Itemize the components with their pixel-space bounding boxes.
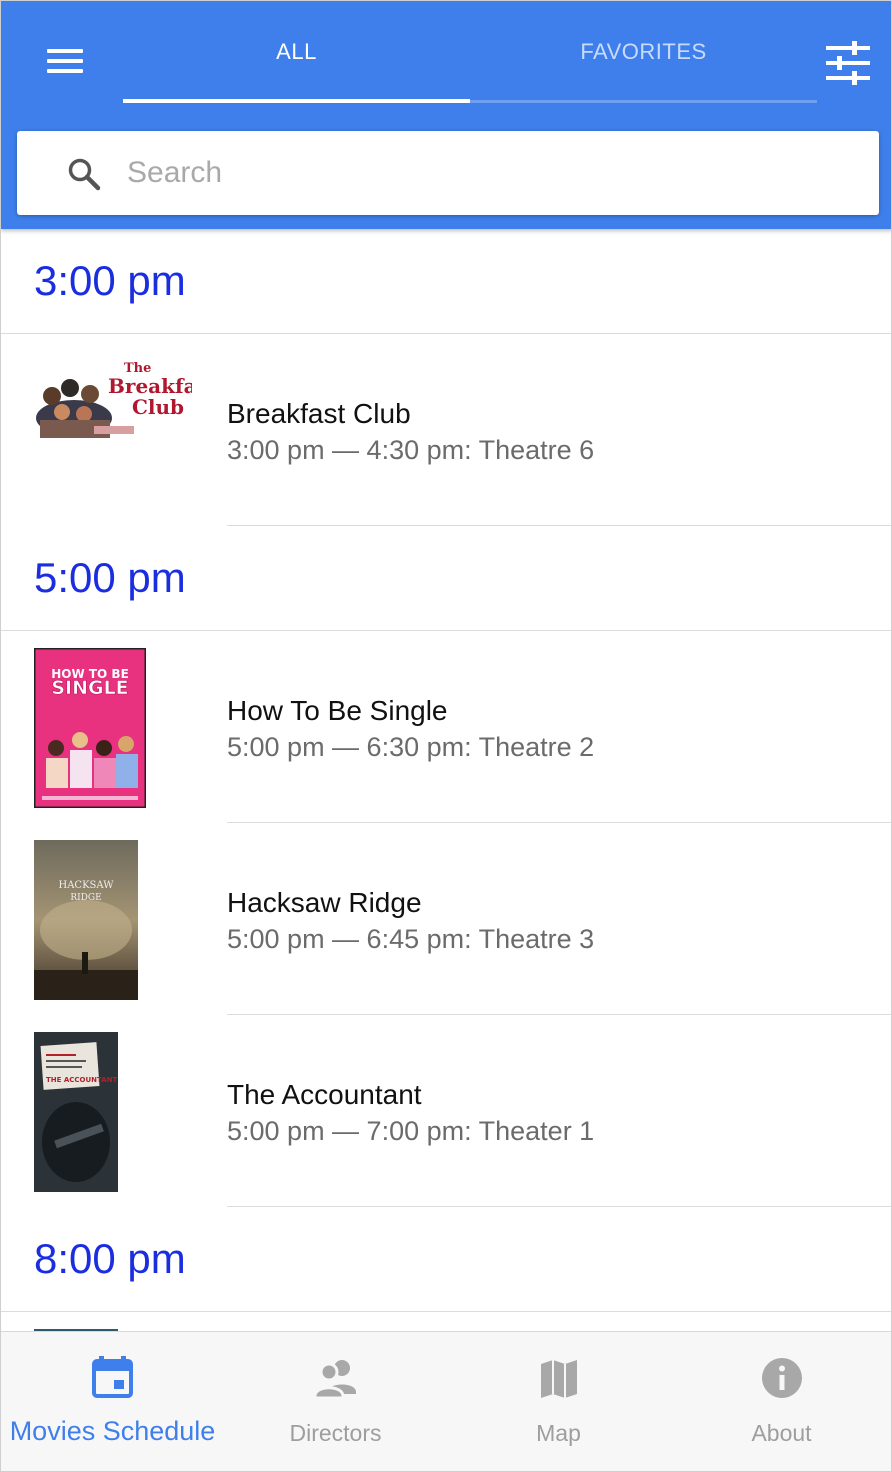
movie-info: How To Be Single 5:00 pm — 6:30 pm: Thea…: [227, 631, 594, 823]
nav-label: Movies Schedule: [9, 1416, 216, 1446]
calendar-icon: [91, 1356, 133, 1398]
search-bar: [17, 131, 879, 215]
poster-text: SINGLE: [51, 677, 128, 699]
poster-hacksaw-ridge: HACKSAW RIDGE: [34, 840, 138, 1000]
nav-label: About: [751, 1420, 812, 1446]
movie-info: Hacksaw Ridge 5:00 pm — 6:45 pm: Theatre…: [227, 823, 594, 1015]
movie-showtime: 3:00 pm — 4:30 pm: Theatre 6: [227, 435, 595, 465]
poster-text: Club: [132, 395, 184, 419]
info-icon: [761, 1358, 802, 1398]
search-input[interactable]: [127, 149, 847, 197]
nav-label: Directors: [289, 1420, 382, 1446]
nav-label: Map: [536, 1420, 581, 1446]
poster-text: RIDGE: [70, 893, 101, 903]
schedule-list[interactable]: 3:00 pm The Breakfast Club: [1, 229, 891, 1331]
movie-title: Hacksaw Ridge: [227, 887, 422, 918]
poster-how-to-be-single: HOW TO BE SINGLE: [34, 648, 146, 808]
movie-row-the-accountant[interactable]: THE ACCOUNTANT The Accountant 5:00 pm — …: [1, 1015, 891, 1207]
nav-directors[interactable]: Directors: [224, 1332, 447, 1471]
tab-bar: ALL FAVORITES: [123, 1, 817, 103]
app-window: ALL FAVORITES Search 3:00 pm The Breakf …: [0, 0, 892, 1472]
movie-title: The Accountant: [227, 1079, 422, 1110]
movie-row-breakfast-club[interactable]: The Breakfast Club Breakfast Club 3:00 p…: [1, 334, 891, 526]
movie-row-partial[interactable]: [1, 1312, 891, 1331]
movie-info: Breakfast Club 3:00 pm — 4:30 pm: Theatr…: [227, 334, 594, 526]
search-icon[interactable]: [67, 157, 101, 191]
movie-showtime: 5:00 pm — 6:45 pm: Theatre 3: [227, 924, 595, 954]
nav-map[interactable]: Map: [447, 1332, 670, 1471]
movie-title: Breakfast Club: [227, 398, 411, 429]
tab-favorites[interactable]: FAVORITES: [470, 1, 817, 103]
poster-the-accountant: THE ACCOUNTANT: [34, 1032, 118, 1192]
tab-all[interactable]: ALL: [123, 1, 470, 103]
time-group-header: 3:00 pm: [1, 229, 891, 334]
people-icon: [313, 1360, 356, 1400]
app-header: ALL FAVORITES: [1, 1, 891, 229]
movie-row-how-to-be-single[interactable]: HOW TO BE SINGLE How To Be Single 5:00 p…: [1, 631, 891, 823]
nav-movies-schedule[interactable]: Movies Schedule: [1, 1332, 224, 1471]
bottom-navigation: Movies Schedule Directors Map About: [1, 1331, 891, 1471]
map-icon: [540, 1360, 577, 1398]
time-group-header: 8:00 pm: [1, 1207, 891, 1312]
time-group-header: 5:00 pm: [1, 526, 891, 631]
row-divider: [227, 525, 891, 526]
tune-icon[interactable]: [825, 41, 871, 85]
movie-row-hacksaw-ridge[interactable]: HACKSAW RIDGE Hacksaw Ridge 5:00 pm — 6:…: [1, 823, 891, 1015]
movie-info: The Accountant 5:00 pm — 7:00 pm: Theate…: [227, 1015, 594, 1207]
poster-text: HACKSAW: [58, 880, 114, 891]
movie-showtime: 5:00 pm — 7:00 pm: Theater 1: [227, 1116, 595, 1146]
tab-indicator: [123, 99, 470, 103]
row-divider: [227, 1206, 891, 1207]
poster-text: THE ACCOUNTANT: [46, 1076, 118, 1084]
movie-showtime: 5:00 pm — 6:30 pm: Theatre 2: [227, 732, 595, 762]
menu-icon[interactable]: [47, 47, 87, 77]
poster-breakfast-club: The Breakfast Club: [34, 356, 192, 446]
movie-title: How To Be Single: [227, 695, 448, 726]
nav-about[interactable]: About: [670, 1332, 891, 1471]
